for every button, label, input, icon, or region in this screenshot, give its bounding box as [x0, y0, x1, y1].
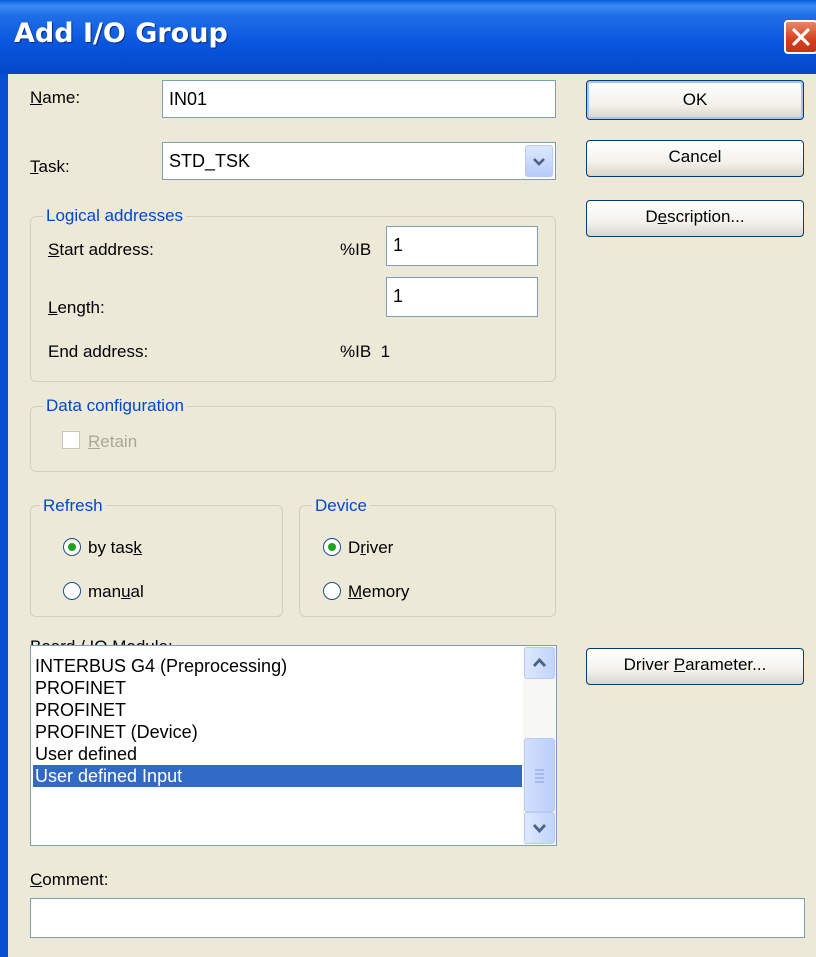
refresh-manual-radio[interactable] — [63, 582, 81, 600]
scroll-up-button[interactable] — [524, 647, 555, 679]
refresh-by-task-radio[interactable] — [63, 538, 81, 556]
list-item[interactable]: PROFINET (Device) — [35, 721, 198, 743]
grip-icon — [535, 769, 544, 783]
task-dropdown-button[interactable] — [525, 145, 553, 177]
refresh-group — [30, 505, 283, 617]
logical-addresses-title: Logical addresses — [43, 206, 187, 226]
refresh-title: Refresh — [40, 496, 106, 516]
start-address-input[interactable]: 1 — [386, 226, 538, 266]
description-button[interactable]: Description... — [586, 200, 804, 237]
task-select-value: STD_TSK — [169, 151, 251, 171]
length-label: Length: — [48, 298, 105, 317]
driver-parameter-button-label: Driver Parameter... — [623, 655, 767, 674]
end-address-value: %IB 1 — [340, 342, 391, 361]
start-address-label: Start address: — [48, 240, 154, 259]
scroll-thumb[interactable] — [524, 738, 555, 812]
close-button[interactable] — [784, 20, 816, 54]
ok-button[interactable]: OK — [586, 80, 804, 120]
retain-label: Retain — [88, 432, 138, 451]
scroll-up-icon — [532, 657, 547, 667]
comment-label: Comment: — [30, 870, 109, 889]
device-group — [299, 505, 556, 617]
refresh-manual-label: manual — [88, 582, 144, 601]
title-bar[interactable]: Add I/O Group — [0, 0, 816, 74]
list-item[interactable]: PROFINET — [35, 677, 126, 699]
window-title: Add I/O Group — [14, 18, 228, 49]
add-io-group-dialog: Add I/O Group Name: IN01 Task: STD_TSK O… — [0, 0, 816, 957]
list-item[interactable]: INTERBUS G4 (Preprocessing) — [35, 655, 287, 677]
list-scrollbar[interactable] — [523, 646, 556, 845]
retain-checkbox[interactable] — [62, 431, 80, 449]
close-icon — [792, 28, 810, 46]
scroll-down-icon — [532, 824, 547, 834]
name-input[interactable]: IN01 — [162, 80, 556, 118]
comment-input[interactable] — [30, 898, 805, 938]
device-memory-label: Memory — [348, 582, 410, 601]
scroll-down-button[interactable] — [524, 812, 555, 844]
device-driver-label: Driver — [348, 538, 394, 557]
end-address-label: End address: — [48, 342, 149, 361]
board-io-module-list[interactable]: INTERBUS G4 (Preprocessing) PROFINET PRO… — [30, 645, 557, 846]
description-button-label: Description... — [645, 207, 745, 226]
device-memory-radio[interactable] — [323, 582, 341, 600]
device-driver-radio[interactable] — [323, 538, 341, 556]
list-item[interactable]: User defined — [35, 743, 137, 765]
cancel-button[interactable]: Cancel — [586, 140, 804, 177]
data-configuration-title: Data configuration — [43, 396, 187, 416]
list-item[interactable]: PROFINET — [35, 699, 126, 721]
refresh-by-task-label: by task — [88, 538, 142, 557]
task-label: Task: — [30, 157, 70, 176]
start-address-prefix: %IB — [340, 240, 372, 259]
name-label: Name: — [30, 88, 81, 107]
device-title: Device — [312, 496, 370, 516]
list-item-selected[interactable]: User defined Input — [33, 765, 522, 787]
chevron-down-icon — [533, 158, 545, 166]
driver-parameter-button[interactable]: Driver Parameter... — [586, 648, 804, 685]
task-select[interactable]: STD_TSK — [162, 142, 556, 180]
window-border — [0, 74, 8, 957]
length-input[interactable]: 1 — [386, 277, 538, 317]
